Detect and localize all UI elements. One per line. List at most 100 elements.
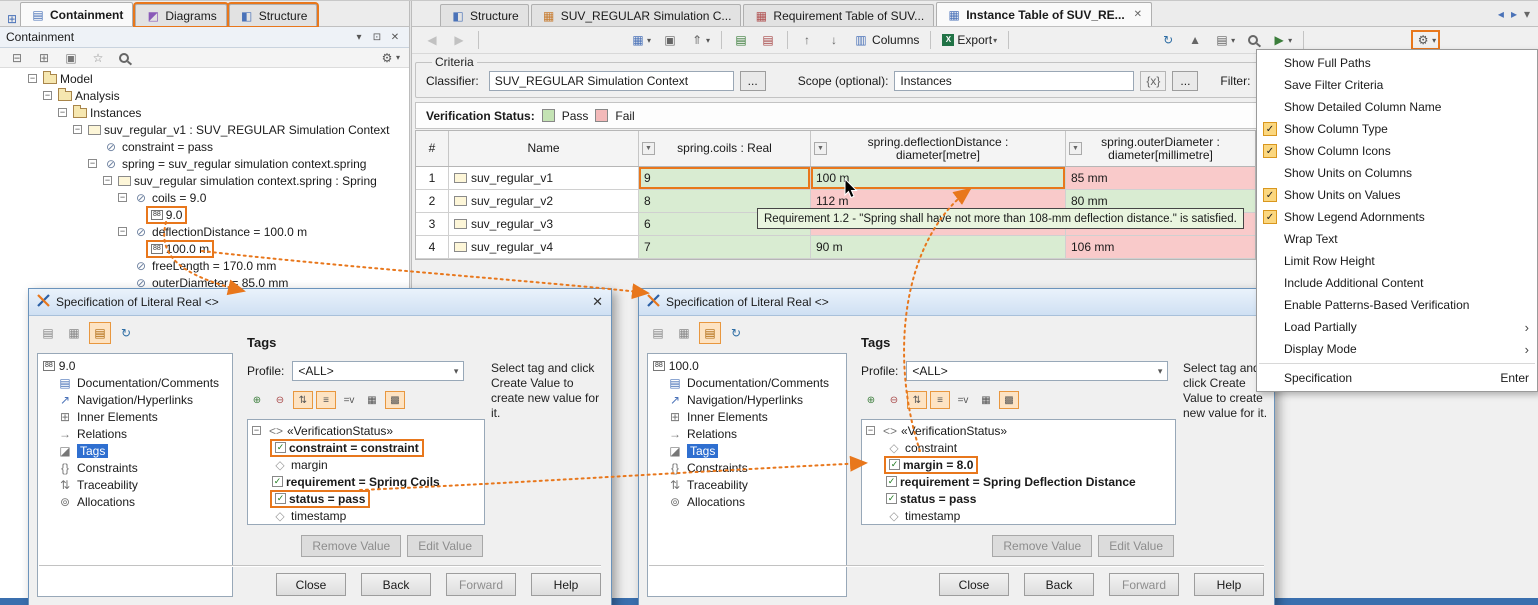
menu-item-enable-patterns-based-verification[interactable]: Enable Patterns-Based Verification [1257,294,1537,316]
tree-item-tags[interactable]: ◪Tags [41,442,232,459]
tag-row-status-pass[interactable]: ✓status = pass [252,490,484,507]
tree-item-documentation-comments[interactable]: ▤Documentation/Comments [41,374,232,391]
run-icon[interactable]: ▶▾ [1267,30,1296,50]
deflection-cell[interactable]: 100 m [811,167,1066,189]
tab-structure[interactable]: ◧Structure [440,4,529,26]
close-icon[interactable]: ✕ [592,294,603,310]
help-button[interactable]: Help [531,573,601,596]
show-values-icon[interactable]: =v [953,391,973,409]
group-by-profile-icon[interactable]: ≡ [316,391,336,409]
tab-list-icon[interactable]: ▾ [1524,7,1530,21]
tree-item-constraints[interactable]: {}Constraints [41,459,232,476]
collapse-rows-icon[interactable]: ▲ [1183,30,1207,50]
menu-item-display-mode[interactable]: Display Mode› [1257,338,1537,360]
expander-icon[interactable]: − [866,426,875,435]
back-icon[interactable]: ◀ [420,30,444,50]
menu-item-show-units-on-columns[interactable]: Show Units on Columns [1257,162,1537,184]
classifier-input[interactable] [489,71,734,91]
classifier-browse-button[interactable]: ... [740,71,766,91]
tree-item-deflectiondistance-100-0-m[interactable]: −⊘deflectionDistance = 100.0 m [0,223,409,240]
show-additional-values-icon[interactable]: ▩ [999,391,1019,409]
grid-view-icon[interactable]: ▦ [976,391,996,409]
tab-containment[interactable]: ▤Containment [20,2,133,26]
create-value-icon[interactable]: ⊕ [247,391,267,409]
stereotype-row[interactable]: −<>«VerificationStatus» [866,422,1175,439]
menu-item-show-column-icons[interactable]: ✓Show Column Icons [1257,140,1537,162]
tag-row-status-pass[interactable]: ✓status = pass [866,490,1175,507]
expander-icon[interactable]: − [88,159,97,168]
outer-cell[interactable]: 106 mm [1066,236,1255,258]
tree-item-traceability[interactable]: ⇅Traceability [651,476,846,493]
expander-icon[interactable]: − [118,227,127,236]
expander-icon[interactable]: − [28,74,37,83]
open-diagram-icon[interactable]: ▣ [59,48,83,68]
view-mode-icon[interactable]: ▤▾ [1210,30,1239,50]
edit-value-button[interactable]: Edit Value [1098,535,1174,557]
expander-icon[interactable]: − [252,426,261,435]
paste-icon[interactable]: ⇑▾ [685,30,714,50]
tab-instance-table-of-suv-re[interactable]: ▦Instance Table of SUV_RE...✕ [936,2,1152,26]
menu-item-show-full-paths[interactable]: Show Full Paths [1257,52,1537,74]
excel-icon[interactable]: XExport▾ [938,30,1001,50]
tree-item-suv-regular-v1-suv-regular-simulation-context[interactable]: −suv_regular_v1 : SUV_REGULAR Simulation… [0,121,409,138]
create-value-icon[interactable]: ⊕ [861,391,881,409]
tab-requirement-table-of-suv[interactable]: ▦Requirement Table of SUV... [743,4,934,26]
filter-icon[interactable]: ▼ [1069,142,1082,155]
back-button[interactable]: Back [361,573,431,596]
tree-view-icon[interactable]: ▦ [673,322,695,344]
tree-item-inner-elements[interactable]: ⊞Inner Elements [41,408,232,425]
tree-item-spring-suv-regular-simulation-context-spring[interactable]: −⊘spring = suv_regular simulation contex… [0,155,409,172]
settings-icon[interactable]: ⚙▾ [1411,30,1440,50]
column-header-item[interactable]: # [416,131,449,166]
tag-row-constraint-constraint[interactable]: ✓constraint = constraint [252,439,484,456]
forward-icon[interactable]: ▶ [447,30,471,50]
close-icon[interactable]: ✕ [387,30,403,45]
grid-view-icon[interactable]: ▦ [362,391,382,409]
sort-by-name-icon[interactable]: ⇅ [907,391,927,409]
tree-view-icon[interactable]: ▦ [63,322,85,344]
menu-item-limit-row-height[interactable]: Limit Row Height [1257,250,1537,272]
stacked-view-icon[interactable]: ▤ [699,322,721,344]
tag-row-margin[interactable]: ◇margin [252,456,484,473]
name-cell[interactable]: suv_regular_v3 [449,213,639,235]
close-button[interactable]: Close [276,573,346,596]
tree-item-instances[interactable]: −Instances [0,104,409,121]
filter-icon[interactable]: ▼ [642,142,655,155]
profile-select[interactable]: <ALL>▾ [292,361,464,381]
menu-item-show-units-on-values[interactable]: ✓Show Units on Values [1257,184,1537,206]
tree-item-relations[interactable]: →Relations [651,425,846,442]
close-icon[interactable]: ✕ [1134,9,1142,20]
stacked-view-icon[interactable]: ▤ [89,322,111,344]
name-cell[interactable]: suv_regular_v4 [449,236,639,258]
tag-row-timestamp[interactable]: ◇timestamp [866,507,1175,524]
move-up-icon[interactable]: ↑ [795,30,819,50]
menu-item-load-partially[interactable]: Load Partially› [1257,316,1537,338]
tag-row-margin-8-0[interactable]: ✓margin = 8.0 [866,456,1175,473]
edit-value-button[interactable]: Edit Value [407,535,483,557]
settings-icon[interactable]: ⚙▾ [375,48,404,68]
table-row[interactable]: 1suv_regular_v19100 m85 mm [416,167,1255,190]
tree-item-navigation-hyperlinks[interactable]: ↗Navigation/Hyperlinks [41,391,232,408]
delete-row-icon[interactable]: ▤ [756,30,780,50]
tree-item-inner-elements[interactable]: ⊞Inner Elements [651,408,846,425]
edit-table-icon[interactable]: ▦▾ [626,30,655,50]
tree-root[interactable]: 889.0 [41,357,232,374]
tag-row-constraint[interactable]: ◇constraint [866,439,1175,456]
scroll-left-icon[interactable]: ◂ [1498,7,1504,21]
coils-cell[interactable]: 9 [639,167,811,189]
delete-value-icon[interactable]: ⊖ [270,391,290,409]
expander-icon[interactable]: − [118,193,127,202]
tree-item-suv-regular-simulation-context-spring-spring[interactable]: −suv_regular simulation context.spring :… [0,172,409,189]
tree-item-100-0-m[interactable]: 88100.0 m [0,240,409,257]
close-button[interactable]: Close [939,573,1009,596]
expander-icon[interactable]: − [73,125,82,134]
tag-row-requirement-spring-coils[interactable]: ✓requirement = Spring Coils [252,473,484,490]
forward-button[interactable]: Forward [446,573,516,596]
scope-input[interactable] [894,71,1134,91]
tree-item-navigation-hyperlinks[interactable]: ↗Navigation/Hyperlinks [651,391,846,408]
tab-diagrams[interactable]: ◩Diagrams [135,4,226,26]
properties-list-icon[interactable]: ▤ [647,322,669,344]
expand-all-icon[interactable]: ⊞ [32,48,56,68]
scope-browse-button[interactable]: ... [1172,71,1198,91]
refresh-icon[interactable]: ↻ [725,322,747,344]
